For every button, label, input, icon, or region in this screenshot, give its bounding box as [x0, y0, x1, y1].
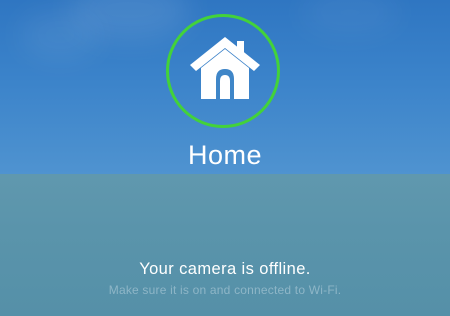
- camera-status-screen: Home Your camera is offline. Make sure i…: [0, 0, 450, 316]
- structure-name: Home: [187, 140, 263, 170]
- cloud: [300, 0, 400, 35]
- home-icon: [190, 37, 260, 99]
- offline-hint: Make sure it is on and connected to Wi-F…: [108, 283, 342, 297]
- offline-message: Your camera is offline.: [139, 260, 311, 278]
- cloud: [20, 10, 100, 60]
